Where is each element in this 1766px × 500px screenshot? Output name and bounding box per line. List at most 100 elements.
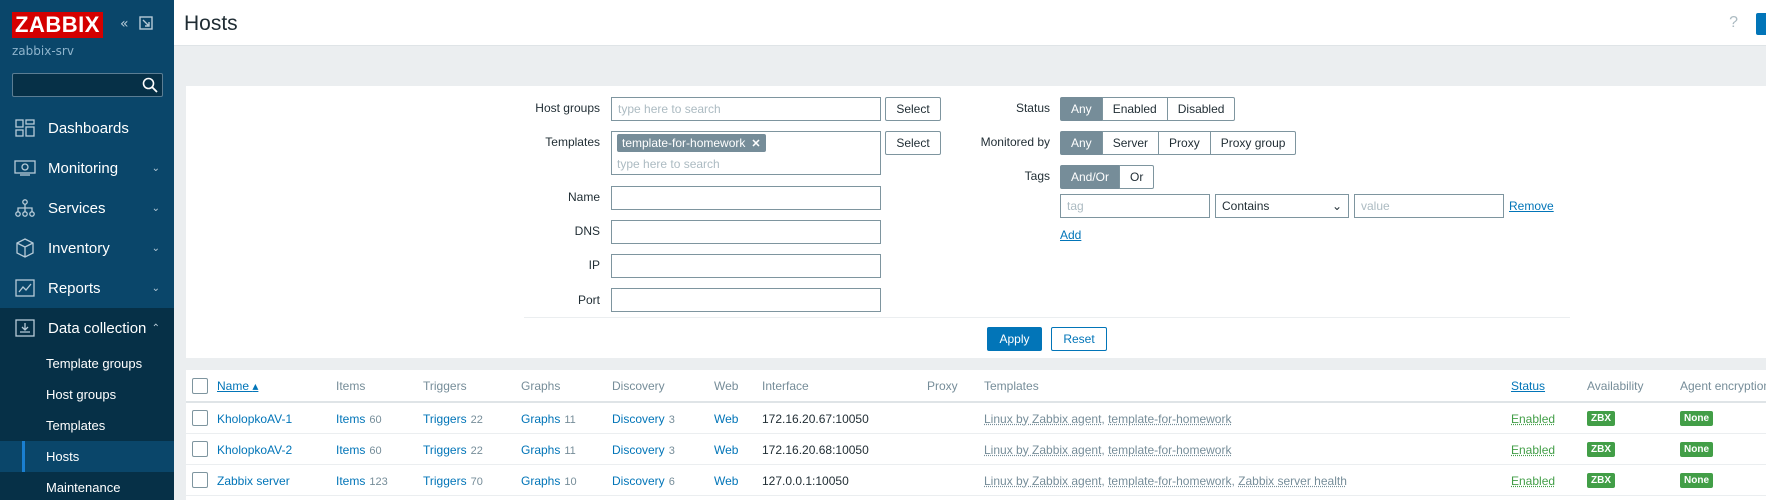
menu-dashboards[interactable]: Dashboards <box>0 108 174 148</box>
discovery-link[interactable]: Discovery 6 <box>612 474 675 488</box>
menu-data-collection[interactable]: Data collection ⌃ <box>0 308 174 348</box>
chevron-down-icon: ⌄ <box>152 243 160 254</box>
remove-tag-link[interactable]: Remove <box>1509 199 1554 213</box>
graphs-link[interactable]: Graphs 11 <box>521 443 576 457</box>
discovery-count: 3 <box>669 445 675 457</box>
monitored-server[interactable]: Server <box>1102 131 1159 155</box>
reset-button[interactable]: Reset <box>1051 327 1107 351</box>
port-input[interactable] <box>611 288 881 312</box>
header-graphs: Graphs <box>521 379 560 393</box>
status-toggle-link[interactable]: Enabled <box>1511 474 1555 488</box>
add-tag-link[interactable]: Add <box>1060 228 1081 242</box>
header-name[interactable]: Name ▴ <box>217 379 258 393</box>
tags-or[interactable]: Or <box>1119 165 1154 189</box>
triggers-link[interactable]: Triggers 70 <box>423 474 483 488</box>
monitored-proxy[interactable]: Proxy <box>1158 131 1211 155</box>
triggers-link[interactable]: Triggers 22 <box>423 412 483 426</box>
availability-badge[interactable]: ZBX <box>1587 473 1615 488</box>
ip-input[interactable] <box>611 254 881 278</box>
template-link[interactable]: Linux by Zabbix agent <box>984 412 1101 426</box>
graphs-link[interactable]: Graphs 11 <box>521 412 576 426</box>
items-link[interactable]: Items 60 <box>336 443 382 457</box>
discovery-label: Discovery <box>612 443 665 457</box>
select-all-checkbox[interactable] <box>192 378 208 394</box>
template-link[interactable]: template-for-homework <box>1108 412 1231 426</box>
submenu-maintenance[interactable]: Maintenance <box>0 472 174 500</box>
template-link[interactable]: Linux by Zabbix agent <box>984 443 1101 457</box>
status-label: Status <box>940 101 1050 115</box>
status-toggle-link[interactable]: Enabled <box>1511 412 1555 426</box>
menu-label: Services <box>48 200 106 217</box>
template-link[interactable]: template-for-homework <box>1108 474 1231 488</box>
templates-placeholder: type here to search <box>617 157 720 171</box>
host-name-link[interactable]: KholopkoAV-2 <box>217 443 292 457</box>
monitored-by-toggle: Any Server Proxy Proxy group <box>1060 131 1296 155</box>
items-label: Items <box>336 443 365 457</box>
submenu-templates[interactable]: Templates <box>0 410 174 441</box>
header-items: Items <box>336 379 365 393</box>
templates-select-button[interactable]: Select <box>885 131 941 155</box>
collapse-sidebar-icon[interactable]: « <box>120 16 129 34</box>
host-name-link[interactable]: Zabbix server <box>217 474 290 488</box>
page-header: Hosts ? <box>174 0 1766 46</box>
search-icon[interactable] <box>141 76 159 94</box>
template-link[interactable]: Zabbix server health <box>1238 474 1347 488</box>
host-groups-input[interactable]: type here to search <box>611 97 881 121</box>
web-link[interactable]: Web <box>714 443 738 457</box>
kiosk-mode-icon[interactable] <box>139 16 153 34</box>
tag-value-input[interactable]: value <box>1354 194 1504 218</box>
submenu-host-groups[interactable]: Host groups <box>0 379 174 410</box>
remove-chip-icon[interactable]: ✕ <box>751 137 760 150</box>
encryption-badge: None <box>1680 473 1713 488</box>
zabbix-logo[interactable]: ZABBIX <box>12 12 103 38</box>
monitored-proxy-group[interactable]: Proxy group <box>1210 131 1297 155</box>
tags-and-or[interactable]: And/Or <box>1060 165 1120 189</box>
apply-button[interactable]: Apply <box>987 327 1042 351</box>
status-any[interactable]: Any <box>1060 97 1103 121</box>
status-disabled[interactable]: Disabled <box>1167 97 1236 121</box>
status-toggle-link[interactable]: Enabled <box>1511 443 1555 457</box>
row-checkbox[interactable] <box>192 410 208 426</box>
status-enabled[interactable]: Enabled <box>1102 97 1168 121</box>
name-label: Name <box>500 190 600 204</box>
discovery-link[interactable]: Discovery 3 <box>612 412 675 426</box>
create-host-button[interactable] <box>1756 13 1766 35</box>
host-name-link[interactable]: KholopkoAV-1 <box>217 412 292 426</box>
host-groups-select-button[interactable]: Select <box>885 97 941 121</box>
graphs-link[interactable]: Graphs 10 <box>521 474 577 488</box>
help-icon[interactable]: ? <box>1729 14 1738 32</box>
menu-inventory[interactable]: Inventory ⌄ <box>0 228 174 268</box>
web-link[interactable]: Web <box>714 412 738 426</box>
sidebar-search-input[interactable] <box>12 73 163 97</box>
monitored-any[interactable]: Any <box>1060 131 1103 155</box>
name-input[interactable] <box>611 186 881 210</box>
menu-monitoring[interactable]: Monitoring ⌄ <box>0 148 174 188</box>
tag-input[interactable]: tag <box>1060 194 1210 218</box>
server-name: zabbix-srv <box>12 44 74 58</box>
templates-list: Linux by Zabbix agent, template-for-home… <box>984 443 1231 457</box>
web-link[interactable]: Web <box>714 474 738 488</box>
items-label: Items <box>336 474 365 488</box>
triggers-link[interactable]: Triggers 22 <box>423 443 483 457</box>
submenu-template-groups[interactable]: Template groups <box>0 348 174 379</box>
triggers-count: 70 <box>471 476 483 488</box>
discovery-link[interactable]: Discovery 3 <box>612 443 675 457</box>
discovery-label: Discovery <box>612 412 665 426</box>
tag-operator-select[interactable]: Contains ⌄ <box>1215 194 1349 218</box>
template-link[interactable]: Linux by Zabbix agent <box>984 474 1101 488</box>
items-link[interactable]: Items 123 <box>336 474 388 488</box>
row-checkbox[interactable] <box>192 472 208 488</box>
menu-services[interactable]: Services ⌄ <box>0 188 174 228</box>
filter-divider <box>524 317 1570 318</box>
menu-label: Reports <box>48 280 101 297</box>
template-link[interactable]: template-for-homework <box>1108 443 1231 457</box>
items-link[interactable]: Items 60 <box>336 412 382 426</box>
availability-badge[interactable]: ZBX <box>1587 411 1615 426</box>
row-checkbox[interactable] <box>192 441 208 457</box>
header-status[interactable]: Status <box>1511 379 1545 393</box>
submenu-hosts[interactable]: Hosts <box>0 441 174 472</box>
availability-badge[interactable]: ZBX <box>1587 442 1615 457</box>
menu-reports[interactable]: Reports ⌄ <box>0 268 174 308</box>
chevron-down-icon: ⌄ <box>152 163 160 174</box>
dns-input[interactable] <box>611 220 881 244</box>
